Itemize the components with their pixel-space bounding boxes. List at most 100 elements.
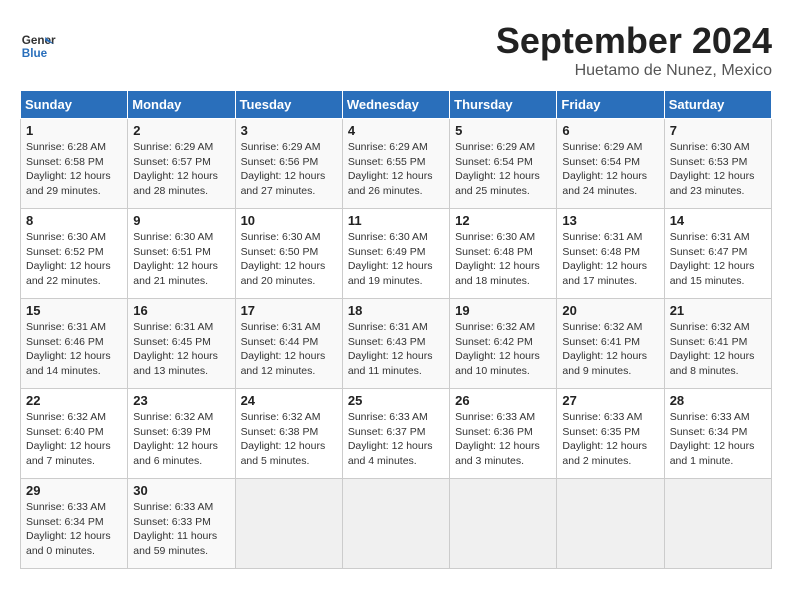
- day-number: 10: [241, 213, 337, 228]
- location-title: Huetamo de Nunez, Mexico: [496, 62, 772, 80]
- calendar-day-cell: 17Sunrise: 6:31 AMSunset: 6:44 PMDayligh…: [235, 299, 342, 389]
- day-number: 17: [241, 303, 337, 318]
- day-info: Sunrise: 6:33 AMSunset: 6:35 PMDaylight:…: [562, 410, 658, 469]
- column-header-monday: Monday: [128, 91, 235, 119]
- day-info: Sunrise: 6:33 AMSunset: 6:37 PMDaylight:…: [348, 410, 444, 469]
- column-header-friday: Friday: [557, 91, 664, 119]
- calendar-day-cell: 27 Sunrise: 6:33 AMSunset: 6:35 PMDayligh…: [557, 389, 664, 479]
- calendar-week-row: 29 Sunrise: 6:33 AMSunset: 6:34 PMDayligh…: [21, 479, 772, 569]
- day-number: 5: [455, 123, 551, 138]
- day-info: Sunrise: 6:29 AMSunset: 6:57 PMDaylight:…: [133, 140, 229, 199]
- day-info: Sunrise: 6:32 AMSunset: 6:42 PMDaylight:…: [455, 320, 551, 379]
- day-info: Sunrise: 6:28 AMSunset: 6:58 PMDaylight:…: [26, 140, 122, 199]
- day-number: 19: [455, 303, 551, 318]
- day-info: Sunrise: 6:29 AMSunset: 6:55 PMDaylight:…: [348, 140, 444, 199]
- calendar-day-cell: 8Sunrise: 6:30 AMSunset: 6:52 PMDaylight…: [21, 209, 128, 299]
- calendar-week-row: 8Sunrise: 6:30 AMSunset: 6:52 PMDaylight…: [21, 209, 772, 299]
- day-info: Sunrise: 6:31 AMSunset: 6:48 PMDaylight:…: [562, 230, 658, 289]
- day-number: 30: [133, 483, 229, 498]
- calendar-table: SundayMondayTuesdayWednesdayThursdayFrid…: [20, 90, 772, 569]
- day-number: 15: [26, 303, 122, 318]
- page-header: General Blue September 2024 Huetamo de N…: [20, 20, 772, 80]
- day-number: 23: [133, 393, 229, 408]
- calendar-day-cell: 3 Sunrise: 6:29 AMSunset: 6:56 PMDaylight…: [235, 119, 342, 209]
- day-number: 14: [670, 213, 766, 228]
- calendar-day-cell: 20 Sunrise: 6:32 AMSunset: 6:41 PMDayligh…: [557, 299, 664, 389]
- day-number: 9: [133, 213, 229, 228]
- day-number: 3: [241, 123, 337, 138]
- day-info: Sunrise: 6:31 AMSunset: 6:43 PMDaylight:…: [348, 320, 444, 379]
- day-number: 7: [670, 123, 766, 138]
- day-number: 11: [348, 213, 444, 228]
- calendar-day-cell: 9 Sunrise: 6:30 AMSunset: 6:51 PMDaylight…: [128, 209, 235, 299]
- calendar-day-cell: 10 Sunrise: 6:30 AMSunset: 6:50 PMDayligh…: [235, 209, 342, 299]
- calendar-day-cell: 14Sunrise: 6:31 AMSunset: 6:47 PMDayligh…: [664, 209, 771, 299]
- calendar-day-cell: 25 Sunrise: 6:33 AMSunset: 6:37 PMDayligh…: [342, 389, 449, 479]
- calendar-day-cell: [235, 479, 342, 569]
- svg-text:General: General: [22, 34, 56, 47]
- day-number: 21: [670, 303, 766, 318]
- day-info: Sunrise: 6:32 AMSunset: 6:38 PMDaylight:…: [241, 410, 337, 469]
- calendar-day-cell: 5 Sunrise: 6:29 AMSunset: 6:54 PMDaylight…: [450, 119, 557, 209]
- calendar-week-row: 1 Sunrise: 6:28 AMSunset: 6:58 PMDaylight…: [21, 119, 772, 209]
- day-number: 18: [348, 303, 444, 318]
- day-info: Sunrise: 6:32 AMSunset: 6:41 PMDaylight:…: [562, 320, 658, 379]
- day-number: 13: [562, 213, 658, 228]
- calendar-day-cell: 13 Sunrise: 6:31 AMSunset: 6:48 PMDayligh…: [557, 209, 664, 299]
- day-info: Sunrise: 6:30 AMSunset: 6:48 PMDaylight:…: [455, 230, 551, 289]
- calendar-day-cell: [557, 479, 664, 569]
- day-info: Sunrise: 6:30 AMSunset: 6:49 PMDaylight:…: [348, 230, 444, 289]
- calendar-day-cell: 7 Sunrise: 6:30 AMSunset: 6:53 PMDaylight…: [664, 119, 771, 209]
- calendar-day-cell: 30 Sunrise: 6:33 AMSunset: 6:33 PMDayligh…: [128, 479, 235, 569]
- calendar-day-cell: 24Sunrise: 6:32 AMSunset: 6:38 PMDayligh…: [235, 389, 342, 479]
- day-number: 26: [455, 393, 551, 408]
- day-info: Sunrise: 6:30 AMSunset: 6:51 PMDaylight:…: [133, 230, 229, 289]
- day-info: Sunrise: 6:29 AMSunset: 6:54 PMDaylight:…: [455, 140, 551, 199]
- day-info: Sunrise: 6:31 AMSunset: 6:45 PMDaylight:…: [133, 320, 229, 379]
- day-info: Sunrise: 6:30 AMSunset: 6:50 PMDaylight:…: [241, 230, 337, 289]
- calendar-day-cell: [342, 479, 449, 569]
- day-info: Sunrise: 6:33 AMSunset: 6:34 PMDaylight:…: [26, 500, 122, 559]
- calendar-day-cell: 19 Sunrise: 6:32 AMSunset: 6:42 PMDayligh…: [450, 299, 557, 389]
- day-info: Sunrise: 6:32 AMSunset: 6:41 PMDaylight:…: [670, 320, 766, 379]
- day-number: 1: [26, 123, 122, 138]
- day-info: Sunrise: 6:30 AMSunset: 6:53 PMDaylight:…: [670, 140, 766, 199]
- calendar-day-cell: 2 Sunrise: 6:29 AMSunset: 6:57 PMDaylight…: [128, 119, 235, 209]
- calendar-day-cell: 12 Sunrise: 6:30 AMSunset: 6:48 PMDayligh…: [450, 209, 557, 299]
- calendar-week-row: 15 Sunrise: 6:31 AMSunset: 6:46 PMDayligh…: [21, 299, 772, 389]
- column-header-tuesday: Tuesday: [235, 91, 342, 119]
- calendar-day-cell: 21 Sunrise: 6:32 AMSunset: 6:41 PMDayligh…: [664, 299, 771, 389]
- title-area: September 2024 Huetamo de Nunez, Mexico: [496, 20, 772, 80]
- day-number: 16: [133, 303, 229, 318]
- day-info: Sunrise: 6:29 AMSunset: 6:56 PMDaylight:…: [241, 140, 337, 199]
- calendar-day-cell: 22Sunrise: 6:32 AMSunset: 6:40 PMDayligh…: [21, 389, 128, 479]
- calendar-day-cell: 11 Sunrise: 6:30 AMSunset: 6:49 PMDayligh…: [342, 209, 449, 299]
- day-number: 12: [455, 213, 551, 228]
- day-number: 4: [348, 123, 444, 138]
- day-number: 28: [670, 393, 766, 408]
- day-number: 22: [26, 393, 122, 408]
- column-header-sunday: Sunday: [21, 91, 128, 119]
- logo: General Blue: [20, 28, 60, 64]
- calendar-day-cell: 26Sunrise: 6:33 AMSunset: 6:36 PMDayligh…: [450, 389, 557, 479]
- calendar-day-cell: 16 Sunrise: 6:31 AMSunset: 6:45 PMDayligh…: [128, 299, 235, 389]
- day-number: 2: [133, 123, 229, 138]
- svg-text:Blue: Blue: [22, 47, 48, 60]
- calendar-day-cell: 29 Sunrise: 6:33 AMSunset: 6:34 PMDayligh…: [21, 479, 128, 569]
- day-number: 27: [562, 393, 658, 408]
- day-number: 20: [562, 303, 658, 318]
- column-header-saturday: Saturday: [664, 91, 771, 119]
- day-number: 29: [26, 483, 122, 498]
- calendar-day-cell: 23Sunrise: 6:32 AMSunset: 6:39 PMDayligh…: [128, 389, 235, 479]
- column-header-wednesday: Wednesday: [342, 91, 449, 119]
- column-header-thursday: Thursday: [450, 91, 557, 119]
- month-title: September 2024: [496, 20, 772, 62]
- calendar-day-cell: 28Sunrise: 6:33 AMSunset: 6:34 PMDayligh…: [664, 389, 771, 479]
- day-info: Sunrise: 6:33 AMSunset: 6:33 PMDaylight:…: [133, 500, 229, 559]
- day-info: Sunrise: 6:31 AMSunset: 6:46 PMDaylight:…: [26, 320, 122, 379]
- calendar-day-cell: 6Sunrise: 6:29 AMSunset: 6:54 PMDaylight…: [557, 119, 664, 209]
- day-number: 25: [348, 393, 444, 408]
- day-info: Sunrise: 6:29 AMSunset: 6:54 PMDaylight:…: [562, 140, 658, 199]
- logo-icon: General Blue: [20, 28, 56, 64]
- calendar-day-cell: [450, 479, 557, 569]
